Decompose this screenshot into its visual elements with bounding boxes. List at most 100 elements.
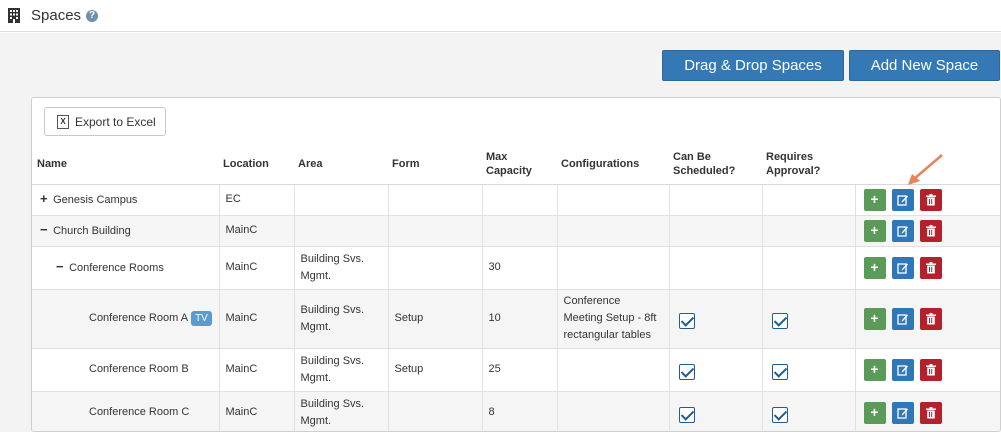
requires-approval-cell — [761, 246, 855, 290]
configurations-cell — [556, 246, 669, 290]
form-cell: Setup — [387, 289, 482, 349]
location-cell: MainC — [218, 348, 294, 392]
table-row[interactable]: Conference Room B MainC Building Svs. Mgmt… — [32, 348, 1000, 392]
table-row[interactable]: − Church Building MainC + — [32, 215, 1000, 247]
page-title: Spaces — [31, 7, 82, 24]
trash-icon — [925, 224, 936, 237]
delete-button[interactable] — [919, 358, 942, 381]
checkbox[interactable] — [678, 406, 695, 423]
space-name-cell: + Genesis Campus — [32, 184, 219, 216]
capacity-cell: 10 — [481, 289, 557, 349]
area-cell: Building Svs. Mgmt. — [293, 246, 388, 290]
export-excel-label: Export to Excel — [75, 114, 156, 129]
can-be-scheduled-cell — [668, 289, 762, 349]
area-cell: Building Svs. Mgmt. — [293, 348, 388, 392]
can-be-scheduled-cell — [668, 348, 762, 392]
checkbox[interactable] — [678, 312, 695, 329]
can-be-scheduled-cell — [668, 246, 762, 290]
export-excel-button[interactable]: X Export to Excel — [44, 107, 166, 136]
expand-toggle-icon[interactable]: + — [40, 190, 50, 207]
edit-icon — [896, 194, 909, 206]
help-icon[interactable]: ? — [86, 9, 99, 22]
space-name[interactable]: Conference Room A — [89, 312, 188, 324]
area-cell: Building Svs. Mgmt. — [293, 289, 388, 349]
trash-icon — [925, 193, 936, 206]
expand-toggle-icon[interactable]: − — [40, 221, 50, 238]
edit-icon — [896, 313, 909, 325]
table-row[interactable]: Conference Room C MainC Building Svs. Mgmt… — [32, 391, 1000, 431]
add-child-button[interactable]: + — [863, 401, 886, 424]
actions-cell: + — [854, 391, 1000, 431]
edit-button[interactable] — [891, 307, 914, 330]
plus-icon: + — [870, 191, 879, 207]
add-child-button[interactable]: + — [863, 358, 886, 381]
actions-cell: + — [854, 246, 1000, 290]
edit-icon — [896, 225, 909, 237]
location-cell: EC — [218, 184, 294, 216]
requires-approval-cell — [761, 215, 855, 247]
plus-icon: + — [870, 222, 879, 238]
table-header-row: Name Location Area Form Max Capacity Configur… — [32, 145, 1000, 185]
capacity-cell: 30 — [481, 246, 557, 290]
capacity-cell — [481, 215, 557, 247]
edit-icon — [896, 364, 909, 376]
trash-icon — [925, 363, 936, 376]
expand-toggle-icon[interactable]: − — [56, 258, 66, 275]
configurations-cell — [556, 184, 669, 216]
location-cell: MainC — [218, 289, 294, 349]
form-cell: Setup — [387, 348, 482, 392]
add-child-button[interactable]: + — [863, 307, 886, 330]
requires-approval-cell — [761, 391, 855, 431]
add-new-space-button[interactable]: Add New Space — [849, 50, 1000, 81]
space-name-cell: Conference Room A TV — [32, 289, 219, 349]
add-child-button[interactable]: + — [863, 256, 886, 279]
trash-icon — [925, 406, 936, 419]
edit-button[interactable] — [891, 401, 914, 424]
configurations-cell — [556, 215, 669, 247]
drag-drop-spaces-button[interactable]: Drag & Drop Spaces — [662, 50, 844, 81]
capacity-cell — [481, 184, 557, 216]
checkbox[interactable] — [771, 406, 788, 423]
checkbox[interactable] — [678, 363, 695, 380]
form-cell — [387, 246, 482, 290]
can-be-scheduled-cell — [668, 215, 762, 247]
edit-button[interactable] — [891, 256, 914, 279]
space-name[interactable]: Conference Room B — [89, 363, 189, 375]
area-cell — [293, 215, 388, 247]
location-cell: MainC — [218, 246, 294, 290]
space-name[interactable]: Genesis Campus — [53, 194, 137, 206]
table-row[interactable]: Conference Room A TV MainC Building Svs. Mg… — [32, 289, 1000, 349]
space-name-cell: Conference Room C — [32, 391, 219, 431]
column-header: Requires Approval? — [762, 145, 855, 185]
table-row[interactable]: + Genesis Campus EC + — [32, 184, 1000, 216]
delete-button[interactable] — [919, 219, 942, 242]
add-child-button[interactable]: + — [863, 188, 886, 211]
form-cell — [387, 391, 482, 431]
edit-button[interactable] — [891, 219, 914, 242]
table-row[interactable]: − Conference Rooms MainC Building Svs. Mgm… — [32, 246, 1000, 290]
tv-badge: TV — [191, 310, 212, 326]
space-name-cell: − Conference Rooms — [32, 246, 219, 290]
column-header: Configurations — [557, 145, 669, 185]
plus-icon: + — [870, 404, 879, 420]
space-name[interactable]: Conference Room C — [89, 406, 189, 418]
configurations-cell: Conference Meeting Setup - 8ft rectangul… — [556, 289, 669, 349]
page-header: Spaces ? — [0, 0, 1001, 32]
column-header: Area — [294, 145, 388, 185]
plus-icon: + — [870, 310, 879, 326]
area-cell — [293, 184, 388, 216]
can-be-scheduled-cell — [668, 184, 762, 216]
checkbox[interactable] — [771, 363, 788, 380]
edit-button[interactable] — [891, 358, 914, 381]
delete-button[interactable] — [919, 256, 942, 279]
delete-button[interactable] — [919, 307, 942, 330]
column-header: Max Capacity — [482, 145, 557, 185]
actions-cell: + — [854, 215, 1000, 247]
add-child-button[interactable]: + — [863, 219, 886, 242]
space-name[interactable]: Church Building — [53, 225, 131, 237]
delete-button[interactable] — [919, 401, 942, 424]
space-name[interactable]: Conference Rooms — [69, 262, 164, 274]
capacity-cell: 8 — [481, 391, 557, 431]
checkbox[interactable] — [771, 312, 788, 329]
column-header: Location — [219, 145, 294, 185]
